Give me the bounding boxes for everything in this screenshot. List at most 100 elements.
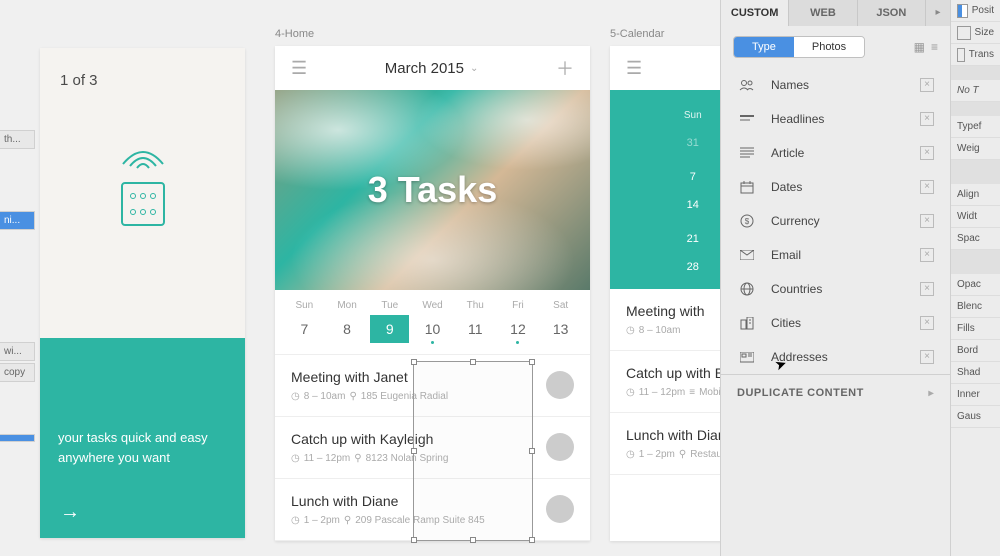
- prop-fills[interactable]: Fills: [951, 318, 1000, 340]
- transform-icon: [957, 48, 965, 62]
- cal-day[interactable]: Mon8: [326, 300, 369, 344]
- delete-icon[interactable]: ×: [920, 350, 934, 364]
- currency-icon: $: [737, 214, 757, 228]
- hero-image: 3 Tasks: [275, 90, 590, 290]
- cal-day-selected[interactable]: Tue9: [368, 300, 411, 344]
- filter-row: Type Photos ▦ ≡: [721, 26, 950, 68]
- prop-size[interactable]: Size: [951, 22, 1000, 44]
- delete-icon[interactable]: ×: [920, 180, 934, 194]
- tabs-more-icon[interactable]: ▸: [926, 0, 950, 26]
- next-arrow-icon[interactable]: →: [60, 501, 80, 524]
- add-icon[interactable]: ＋: [556, 55, 574, 81]
- layer-fragment-selected[interactable]: ni...: [0, 211, 35, 230]
- prop-transform[interactable]: Trans: [951, 44, 1000, 66]
- tab-web[interactable]: WEB: [789, 0, 857, 26]
- menu-icon[interactable]: ☰: [291, 58, 307, 79]
- type-email[interactable]: Email×: [733, 238, 938, 272]
- clock-icon: ◷: [291, 515, 300, 526]
- hero-task-count: 3 Tasks: [368, 169, 497, 211]
- calendar-week-row: Sun7 Mon8 Tue9 Wed10 Thu11 Fri12 Sat13: [275, 290, 590, 354]
- artboard-home[interactable]: ☰ March 2015 ⌄ ＋ 3 Tasks Sun7 Mon8 Tue9 …: [275, 46, 590, 541]
- layer-fragment-selected[interactable]: [0, 434, 35, 442]
- type-cities[interactable]: Cities×: [733, 306, 938, 340]
- prop-width[interactable]: Widt: [951, 206, 1000, 228]
- prop-borders[interactable]: Bord: [951, 340, 1000, 362]
- artboard-label: 5-Calendar: [610, 28, 664, 40]
- delete-icon[interactable]: ×: [920, 248, 934, 262]
- list-icon: ≡: [689, 387, 695, 398]
- type-article[interactable]: Article×: [733, 136, 938, 170]
- inspector-panel: CUSTOM WEB JSON ▸ Type Photos ▦ ≡ Names×…: [720, 0, 950, 556]
- prop-align[interactable]: Align: [951, 184, 1000, 206]
- prop-inner[interactable]: Inner: [951, 384, 1000, 406]
- type-addresses[interactable]: Addresses× ➤: [733, 340, 938, 374]
- size-icon: [957, 26, 971, 40]
- view-mode-icons: ▦ ≡: [914, 40, 938, 54]
- layer-fragment: copy: [0, 363, 35, 382]
- headlines-icon: [737, 114, 757, 124]
- type-currency[interactable]: $Currency×: [733, 204, 938, 238]
- prop-spacing[interactable]: Spac: [951, 228, 1000, 250]
- selection-overlay[interactable]: [413, 361, 533, 541]
- type-headlines[interactable]: Headlines×: [733, 102, 938, 136]
- avatar: [546, 433, 574, 461]
- delete-icon[interactable]: ×: [920, 78, 934, 92]
- cal-day[interactable]: Fri12: [497, 300, 540, 344]
- names-icon: [737, 79, 757, 91]
- list-view-icon[interactable]: ≡: [931, 40, 938, 54]
- clock-icon: ◷: [626, 449, 635, 460]
- pill-photos[interactable]: Photos: [794, 37, 864, 57]
- prop-gaussian[interactable]: Gaus: [951, 406, 1000, 428]
- artboard-label: 4-Home: [275, 28, 314, 40]
- page-counter: 1 of 3: [40, 48, 245, 89]
- tab-custom[interactable]: CUSTOM: [721, 0, 789, 26]
- clock-icon: ◷: [626, 387, 635, 398]
- type-dates[interactable]: Dates×: [733, 170, 938, 204]
- prop-shadows[interactable]: Shad: [951, 362, 1000, 384]
- filter-pill-group: Type Photos: [733, 36, 865, 58]
- tab-json[interactable]: JSON: [858, 0, 926, 26]
- layers-panel-edge: th... ni... wi... copy: [0, 0, 35, 556]
- delete-icon[interactable]: ×: [920, 316, 934, 330]
- avatar: [546, 495, 574, 523]
- cal-day[interactable]: Wed10: [411, 300, 454, 344]
- cal-day[interactable]: Sun7: [283, 300, 326, 344]
- layer-fragment: wi...: [0, 342, 35, 361]
- layer-fragment: th...: [0, 130, 35, 149]
- topbar: ☰ March 2015 ⌄ ＋: [275, 46, 590, 90]
- delete-icon[interactable]: ×: [920, 282, 934, 296]
- delete-icon[interactable]: ×: [920, 146, 934, 160]
- wifi-icon: [118, 144, 168, 174]
- type-countries[interactable]: Countries×: [733, 272, 938, 306]
- article-icon: [737, 147, 757, 159]
- duplicate-content-section[interactable]: DUPLICATE CONTENT ▸: [721, 374, 950, 411]
- menu-icon[interactable]: ☰: [626, 58, 642, 79]
- delete-icon[interactable]: ×: [920, 214, 934, 228]
- cal-day[interactable]: Thu11: [454, 300, 497, 344]
- prop-blend[interactable]: Blenc: [951, 296, 1000, 318]
- chevron-down-icon: ⌄: [470, 63, 478, 74]
- prop-weight[interactable]: Weig: [951, 138, 1000, 160]
- pin-icon: ⚲: [354, 453, 361, 464]
- email-icon: [737, 250, 757, 260]
- device-icon: [121, 182, 165, 226]
- clock-icon: ◷: [626, 325, 635, 336]
- artboard-onboarding[interactable]: 1 of 3 your tasks quick and easyanywhere…: [40, 48, 245, 538]
- prop-opacity[interactable]: Opac: [951, 274, 1000, 296]
- prop-typeface[interactable]: Typef: [951, 116, 1000, 138]
- countries-icon: [737, 282, 757, 296]
- grid-view-icon[interactable]: ▦: [914, 40, 925, 54]
- illustration: [108, 144, 178, 224]
- cal-day[interactable]: Sat13: [539, 300, 582, 344]
- onboarding-text-section: your tasks quick and easyanywhere you wa…: [40, 338, 245, 538]
- svg-text:$: $: [745, 217, 750, 226]
- month-title[interactable]: March 2015 ⌄: [385, 60, 479, 77]
- pill-type[interactable]: Type: [734, 37, 794, 57]
- prop-position[interactable]: Posit: [951, 0, 1000, 22]
- pin-icon: ⚲: [679, 449, 686, 460]
- delete-icon[interactable]: ×: [920, 112, 934, 126]
- type-names[interactable]: Names×: [733, 68, 938, 102]
- pin-icon: ⚲: [344, 515, 351, 526]
- clock-icon: ◷: [291, 453, 300, 464]
- content-type-list: Names× Headlines× Article× Dates× $Curre…: [721, 68, 950, 374]
